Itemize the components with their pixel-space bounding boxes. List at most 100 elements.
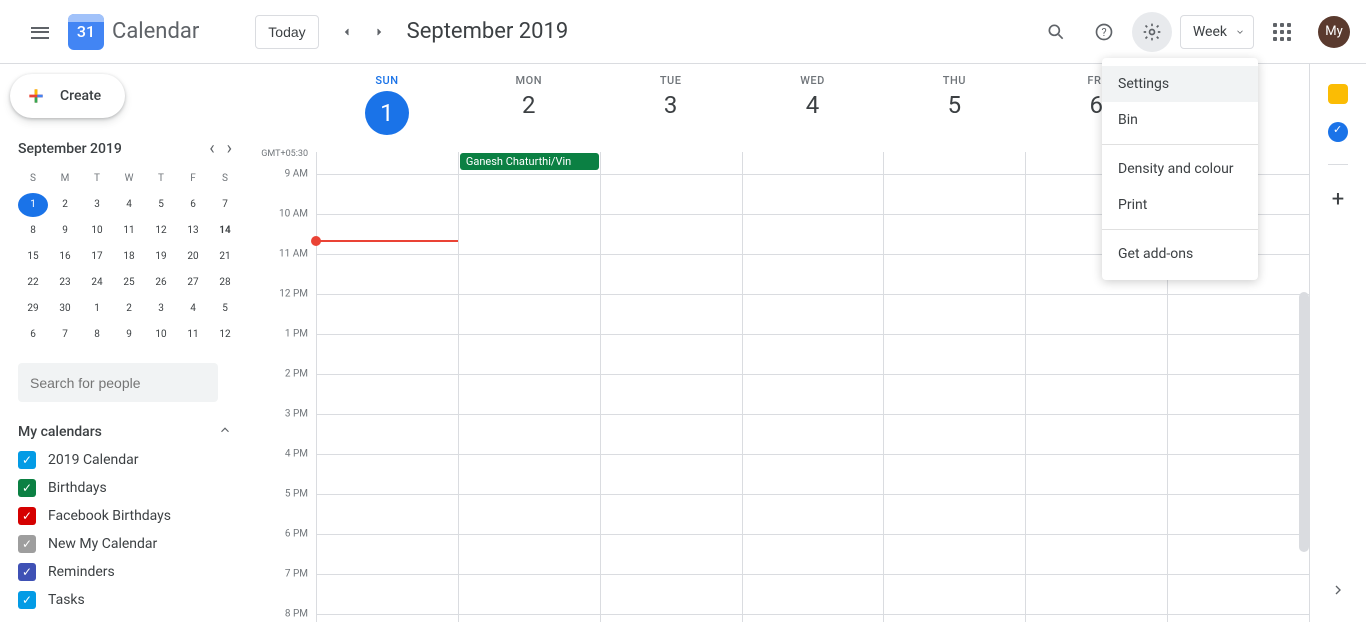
allday-event[interactable]: Ganesh Chaturthi/Vin [460,153,599,170]
grid-cell[interactable] [316,575,458,614]
mini-cal-prev[interactable]: ‹ [209,138,214,159]
grid-cell[interactable] [458,255,600,294]
mini-day[interactable]: 5 [210,297,240,321]
mini-day[interactable]: 19 [146,245,176,269]
mini-day[interactable]: 9 [114,323,144,347]
grid-cell[interactable] [883,415,1025,454]
today-button[interactable]: Today [255,15,318,49]
grid-cell[interactable] [316,615,458,622]
grid-cell[interactable] [742,375,884,414]
allday-cell[interactable] [883,152,1025,174]
mini-day[interactable]: 15 [18,245,48,269]
mini-day[interactable]: 8 [18,219,48,243]
grid-cell[interactable] [316,215,458,254]
grid-cell[interactable] [458,215,600,254]
calendar-checkbox[interactable]: ✓ [18,563,36,581]
grid-cell[interactable] [1025,415,1167,454]
dropdown-item-settings[interactable]: Settings [1102,66,1258,102]
calendar-item[interactable]: ✓Tasks [18,591,240,609]
grid-cell[interactable] [316,175,458,214]
settings-button[interactable] [1132,12,1172,52]
grid-cell[interactable] [316,455,458,494]
mini-day[interactable]: 8 [82,323,112,347]
grid-cell[interactable] [1025,295,1167,334]
grid-cell[interactable] [1025,535,1167,574]
app-logo[interactable]: 31 Calendar [68,14,199,50]
mini-day[interactable]: 11 [114,219,144,243]
grid-cell[interactable] [600,575,742,614]
grid-cell[interactable] [600,495,742,534]
mini-day[interactable]: 30 [50,297,80,321]
grid-cell[interactable] [600,255,742,294]
grid-cell[interactable] [883,335,1025,374]
calendar-item[interactable]: ✓Birthdays [18,479,240,497]
mini-day[interactable]: 20 [178,245,208,269]
grid-cell[interactable] [316,295,458,334]
grid-cell[interactable] [600,615,742,622]
next-period-button[interactable] [363,16,395,48]
mini-day[interactable]: 21 [210,245,240,269]
grid-cell[interactable] [742,215,884,254]
grid-cell[interactable] [600,375,742,414]
calendar-item[interactable]: ✓New My Calendar [18,535,240,553]
calendar-checkbox[interactable]: ✓ [18,451,36,469]
dropdown-item-bin[interactable]: Bin [1102,102,1258,138]
hide-side-panel[interactable] [1330,582,1346,602]
grid-cell[interactable] [458,415,600,454]
grid-cell[interactable] [600,455,742,494]
mini-day[interactable]: 27 [178,271,208,295]
mini-cal-next[interactable]: › [227,138,232,159]
grid-cell[interactable] [1167,455,1309,494]
grid-cell[interactable] [742,255,884,294]
mini-day[interactable]: 6 [178,193,208,217]
get-addons-button[interactable]: + [1332,187,1344,212]
dropdown-item-get-add-ons[interactable]: Get add-ons [1102,236,1258,272]
hour-row[interactable] [316,415,1309,455]
mini-day[interactable]: 2 [50,193,80,217]
mini-day[interactable]: 1 [82,297,112,321]
hour-row[interactable] [316,375,1309,415]
mini-day[interactable]: 24 [82,271,112,295]
grid-cell[interactable] [458,535,600,574]
dropdown-item-print[interactable]: Print [1102,187,1258,223]
mini-day[interactable]: 25 [114,271,144,295]
grid-cell[interactable] [600,175,742,214]
help-button[interactable]: ? [1084,12,1124,52]
grid-cell[interactable] [458,175,600,214]
mini-day[interactable]: 28 [210,271,240,295]
scrollbar[interactable] [1299,292,1309,552]
mini-day[interactable]: 5 [146,193,176,217]
google-apps-button[interactable] [1262,12,1302,52]
my-calendars-toggle[interactable]: My calendars [18,422,240,441]
grid-cell[interactable] [1167,615,1309,622]
grid-cell[interactable] [742,615,884,622]
allday-cell[interactable] [316,152,458,174]
grid-cell[interactable] [1167,295,1309,334]
grid-cell[interactable] [316,255,458,294]
grid-cell[interactable] [883,495,1025,534]
grid-cell[interactable] [1167,495,1309,534]
grid-cell[interactable] [1167,375,1309,414]
mini-day[interactable]: 23 [50,271,80,295]
search-people-field[interactable] [18,363,218,402]
grid-cell[interactable] [742,535,884,574]
main-menu-button[interactable] [16,8,64,56]
mini-day[interactable]: 7 [50,323,80,347]
mini-day[interactable]: 12 [210,323,240,347]
mini-day[interactable]: 1 [18,193,48,217]
grid-cell[interactable] [600,335,742,374]
mini-day[interactable]: 2 [114,297,144,321]
day-header[interactable]: TUE3 [600,64,742,152]
grid-cell[interactable] [883,295,1025,334]
grid-cell[interactable] [1167,415,1309,454]
grid-cell[interactable] [458,455,600,494]
mini-day[interactable]: 22 [18,271,48,295]
mini-day[interactable]: 10 [82,219,112,243]
grid-cell[interactable] [600,415,742,454]
grid-cell[interactable] [316,335,458,374]
mini-day[interactable]: 16 [50,245,80,269]
calendar-item[interactable]: ✓2019 Calendar [18,451,240,469]
mini-day[interactable]: 13 [178,219,208,243]
grid-cell[interactable] [742,335,884,374]
grid-cell[interactable] [1167,535,1309,574]
